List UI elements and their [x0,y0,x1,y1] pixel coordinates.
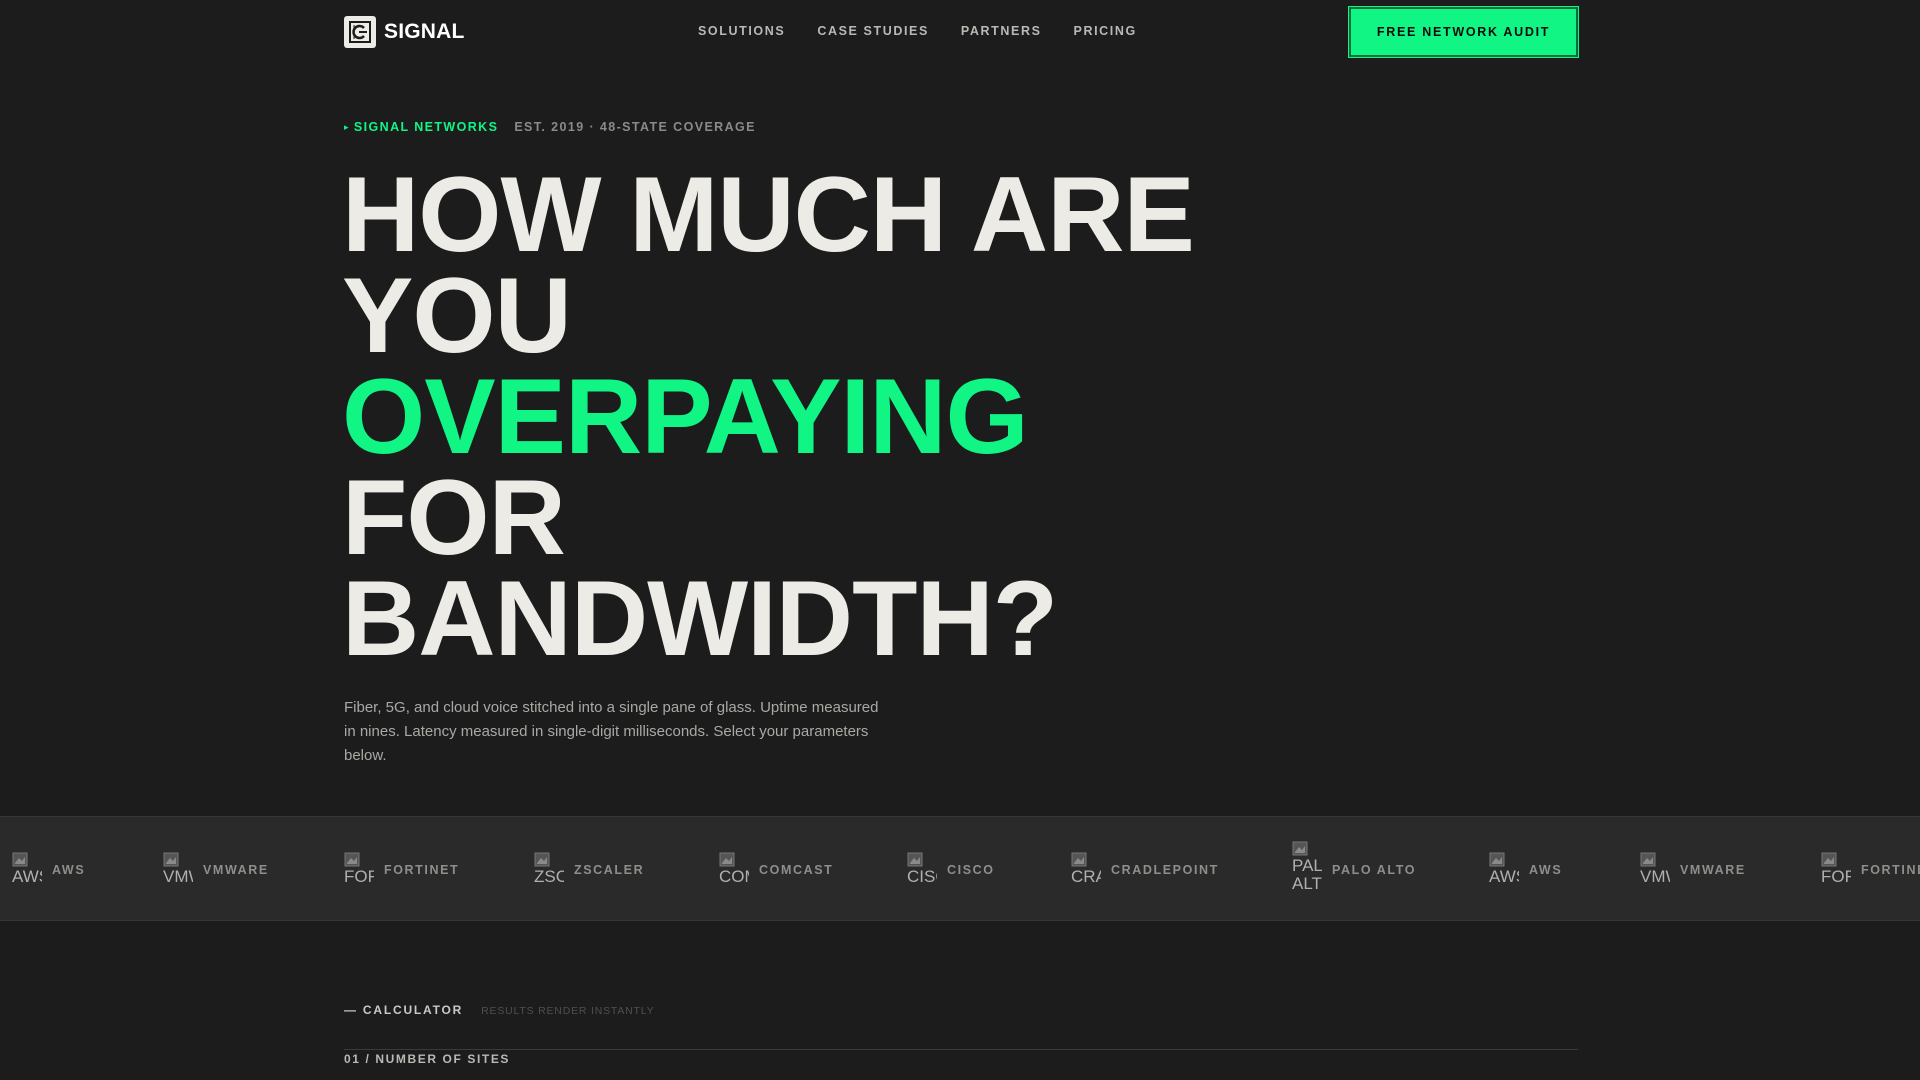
partner-name: PALO ALTO [1332,862,1417,877]
headline-line-1: HOW MUCH ARE [342,154,1195,274]
nav-partners[interactable]: PARTNERS [961,24,1042,38]
headline-accent: OVERPAYING [342,356,1029,476]
site-header: SIGNAL SOLUTIONS CASE STUDIES PARTNERS P… [0,0,1920,64]
headline-line-5: BANDWIDTH? [342,558,1058,678]
partner-logo: ZSCALER ZSCALER [534,817,645,920]
broken-image-icon: FORTINET [1821,852,1851,888]
hero-eyebrow: ▸ SIGNAL NETWORKS EST. 2019 · 48-STATE C… [344,120,756,134]
partner-name: FORTINET [384,862,460,877]
partner-name: CISCO [947,862,995,877]
partner-logo: CISCO CISCO [907,817,995,920]
partner-logo: FORTINET FORTINET [1821,817,1920,920]
broken-image-icon: CRADLEPOINT [1071,852,1101,888]
eyebrow-meta: EST. 2019 · 48-STATE COVERAGE [514,120,756,134]
broken-image-icon: VMWARE [1640,852,1670,888]
nav-solutions[interactable]: SOLUTIONS [698,24,785,38]
divider [344,1049,1578,1050]
hero-headline: HOW MUCH ARE YOU OVERPAYING FOR BANDWIDT… [342,154,1342,678]
partner-name: CRADLEPOINT [1111,862,1219,877]
step-number-of-sites: 01 / NUMBER OF SITES [344,1052,511,1066]
headline-line-2: YOU [342,255,572,375]
free-network-audit-button[interactable]: FREE NETWORK AUDIT [1348,6,1579,58]
hero-lede: Fiber, 5G, and cloud voice stitched into… [344,699,879,764]
broken-image-icon: VMWARE [163,852,193,888]
partner-name: VMWARE [1680,862,1746,877]
broken-image-icon: CISCO [907,852,937,888]
partner-logo: AWS AWS [12,817,86,920]
broken-image-icon: AWS [12,852,42,888]
logo[interactable]: SIGNAL [344,16,465,48]
partner-logo: CRADLEPOINT CRADLEPOINT [1071,817,1219,920]
calculator-note: RESULTS RENDER INSTANTLY [481,1005,655,1017]
broken-image-icon: AWS [1489,852,1519,888]
partner-logo: FORTINET FORTINET [344,817,460,920]
broken-image-icon: COMCAST [719,852,749,888]
partner-name: FORTINET [1861,862,1920,877]
broken-image-icon: ZSCALER [534,852,564,888]
logo-text: SIGNAL [384,20,465,43]
calculator-header: — CALCULATOR RESULTS RENDER INSTANTLY [344,1003,654,1017]
partner-logo: VMWARE VMWARE [1640,817,1746,920]
partner-logo: PALO ALTO PALO ALTO [1292,817,1417,920]
nav-case-studies[interactable]: CASE STUDIES [817,24,929,38]
partner-name: ZSCALER [574,862,645,877]
headline-line-4: FOR [342,457,566,577]
partner-name: COMCAST [759,862,834,877]
partner-logo-strip: AWS AWS VMWARE VMWARE FORTINET FORTINET … [0,816,1920,921]
partner-name: AWS [52,862,86,877]
broken-image-icon: PALO ALTO [1292,841,1322,899]
partner-name: AWS [1529,862,1563,877]
partner-logo: COMCAST COMCAST [719,817,834,920]
partner-name: VMWARE [203,862,269,877]
broken-image-icon: FORTINET [344,852,374,888]
partner-logo: AWS AWS [1489,817,1563,920]
eyebrow-brand: ▸ SIGNAL NETWORKS [344,120,498,134]
signal-logo-icon [344,16,376,48]
main-nav: SOLUTIONS CASE STUDIES PARTNERS PRICING [698,24,1137,38]
eyebrow-brand-text: SIGNAL NETWORKS [353,120,499,134]
triangle-marker-icon: ▸ [344,121,350,132]
partner-logo: VMWARE VMWARE [163,817,269,920]
nav-pricing[interactable]: PRICING [1074,24,1137,38]
calculator-label: — CALCULATOR [344,1003,464,1017]
